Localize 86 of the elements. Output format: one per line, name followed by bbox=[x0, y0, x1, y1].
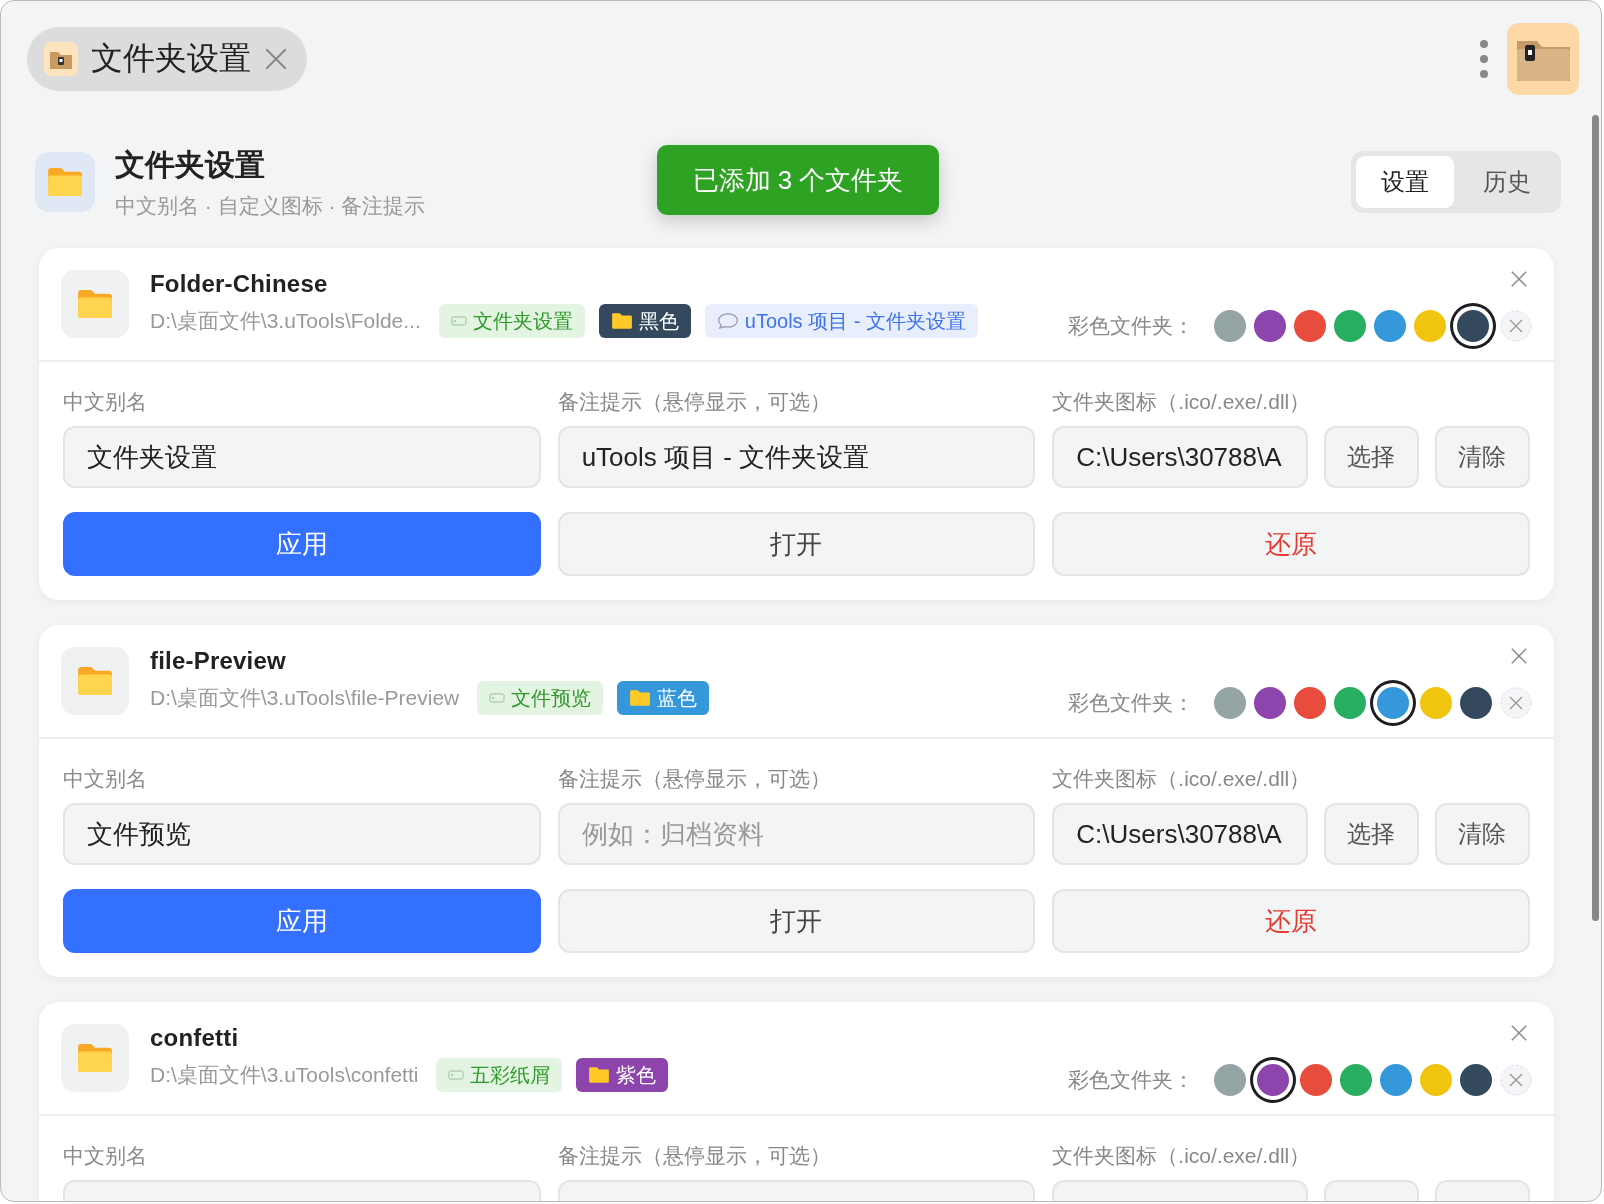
color-swatch[interactable] bbox=[1414, 310, 1446, 342]
close-icon[interactable] bbox=[1510, 1024, 1528, 1042]
color-swatch[interactable] bbox=[1254, 310, 1286, 342]
folder-name: file-Preview bbox=[150, 647, 287, 675]
close-icon[interactable] bbox=[263, 46, 289, 72]
close-icon[interactable] bbox=[1510, 647, 1528, 665]
folder-icon bbox=[629, 689, 652, 707]
more-icon[interactable] bbox=[1479, 39, 1489, 79]
color-swatch[interactable] bbox=[1420, 687, 1452, 719]
clear-button[interactable]: 清除 bbox=[1435, 803, 1530, 865]
apply-button[interactable]: 应用 bbox=[63, 889, 541, 953]
color-swatch[interactable] bbox=[1420, 1064, 1452, 1096]
field-label: 文件夹图标（.ico/.exe/.dll） bbox=[1052, 389, 1312, 415]
tag-text: 五彩纸屑 bbox=[470, 1062, 551, 1088]
tag-text: 黑色 bbox=[638, 308, 679, 334]
folder-icon bbox=[61, 1024, 129, 1092]
scrollbar[interactable] bbox=[1592, 115, 1599, 921]
restore-button[interactable]: 还原 bbox=[1052, 512, 1530, 576]
field-label: 备注提示（悬停显示，可选） bbox=[557, 766, 832, 792]
clear-button[interactable]: 清除 bbox=[1435, 426, 1530, 488]
color-swatch[interactable] bbox=[1340, 1064, 1372, 1096]
label-icon bbox=[450, 316, 467, 326]
folder-name: confetti bbox=[150, 1024, 240, 1052]
folder-icon bbox=[35, 152, 95, 212]
tag-text: 紫色 bbox=[616, 1062, 657, 1088]
folder-icon bbox=[61, 270, 129, 338]
field-label: 备注提示（悬停显示，可选） bbox=[557, 1143, 832, 1169]
folder-icon bbox=[610, 312, 633, 330]
color-label: 彩色文件夹： bbox=[1068, 1067, 1194, 1093]
icon-path-field[interactable]: C:\Users\30788\A bbox=[1052, 803, 1308, 865]
color-swatch[interactable] bbox=[1294, 687, 1326, 719]
tag-text: uTools 项目 - 文件夹设置 bbox=[744, 308, 966, 334]
field-label: 中文别名 bbox=[63, 1143, 148, 1169]
open-button[interactable]: 打开 bbox=[557, 889, 1036, 953]
choose-button[interactable]: 选择 bbox=[1324, 426, 1419, 488]
speech-bubble-icon bbox=[716, 312, 739, 330]
restore-button[interactable]: 还原 bbox=[1052, 889, 1530, 953]
folder-icon bbox=[588, 1066, 611, 1084]
note-field[interactable]: uTools 项目 - 文件夹设置 bbox=[557, 426, 1036, 488]
color-swatch[interactable] bbox=[1460, 687, 1492, 719]
folder-icon bbox=[43, 41, 79, 77]
apply-button[interactable]: 应用 bbox=[63, 512, 541, 576]
color-swatch[interactable] bbox=[1254, 687, 1286, 719]
tag-text: 文件预览 bbox=[511, 685, 592, 711]
toast-message: 已添加 3 个文件夹 bbox=[657, 145, 939, 215]
alias-field[interactable]: 文件预览 bbox=[63, 803, 541, 865]
folder-path: D:\桌面文件\3.uTools\confetti bbox=[150, 1062, 419, 1088]
tag-text: 蓝色 bbox=[657, 685, 698, 711]
field-label: 文件夹图标（.ico/.exe/.dll） bbox=[1052, 766, 1312, 792]
app-icon[interactable] bbox=[1507, 23, 1579, 95]
label-icon bbox=[489, 693, 506, 703]
field-label: 中文别名 bbox=[63, 389, 148, 415]
open-button[interactable]: 打开 bbox=[557, 512, 1036, 576]
color-swatch[interactable] bbox=[1214, 310, 1246, 342]
color-swatch[interactable] bbox=[1334, 687, 1366, 719]
color-swatch[interactable] bbox=[1294, 310, 1326, 342]
color-swatch[interactable] bbox=[1214, 687, 1246, 719]
view-tab[interactable]: 历史 bbox=[1458, 156, 1556, 208]
icon-path-field[interactable]: C:\Users\30788\A bbox=[1052, 426, 1308, 488]
clear-color-icon[interactable] bbox=[1500, 310, 1532, 342]
color-swatch[interactable] bbox=[1334, 310, 1366, 342]
page-subtitle: 中文别名 · 自定义图标 · 备注提示 bbox=[115, 192, 426, 219]
folder-name: Folder-Chinese bbox=[150, 270, 329, 298]
folder-icon bbox=[61, 647, 129, 715]
color-swatch[interactable] bbox=[1300, 1064, 1332, 1096]
color-swatch[interactable] bbox=[1374, 310, 1406, 342]
field-label: 备注提示（悬停显示，可选） bbox=[557, 389, 832, 415]
clear-color-icon[interactable] bbox=[1500, 1064, 1532, 1096]
label-icon bbox=[448, 1070, 465, 1080]
tag-text: 文件夹设置 bbox=[472, 308, 573, 334]
field-label: 文件夹图标（.ico/.exe/.dll） bbox=[1052, 1143, 1312, 1169]
color-swatch[interactable] bbox=[1380, 1064, 1412, 1096]
color-swatch[interactable] bbox=[1460, 1064, 1492, 1096]
clear-color-icon[interactable] bbox=[1500, 687, 1532, 719]
alias-field[interactable]: 文件夹设置 bbox=[63, 426, 541, 488]
page-title: 文件夹设置 bbox=[115, 146, 266, 183]
color-swatch[interactable] bbox=[1214, 1064, 1246, 1096]
view-tab[interactable]: 设置 bbox=[1356, 156, 1454, 208]
choose-button[interactable]: 选择 bbox=[1324, 803, 1419, 865]
window-tab[interactable]: 文件夹设置 bbox=[27, 27, 307, 91]
close-icon[interactable] bbox=[1510, 270, 1528, 288]
color-label: 彩色文件夹： bbox=[1068, 313, 1194, 339]
folder-path: D:\桌面文件\3.uTools\file-Preview bbox=[150, 685, 460, 711]
field-label: 中文别名 bbox=[63, 766, 148, 792]
color-label: 彩色文件夹： bbox=[1068, 690, 1194, 716]
folder-path: D:\桌面文件\3.uTools\Folde... bbox=[150, 308, 421, 334]
